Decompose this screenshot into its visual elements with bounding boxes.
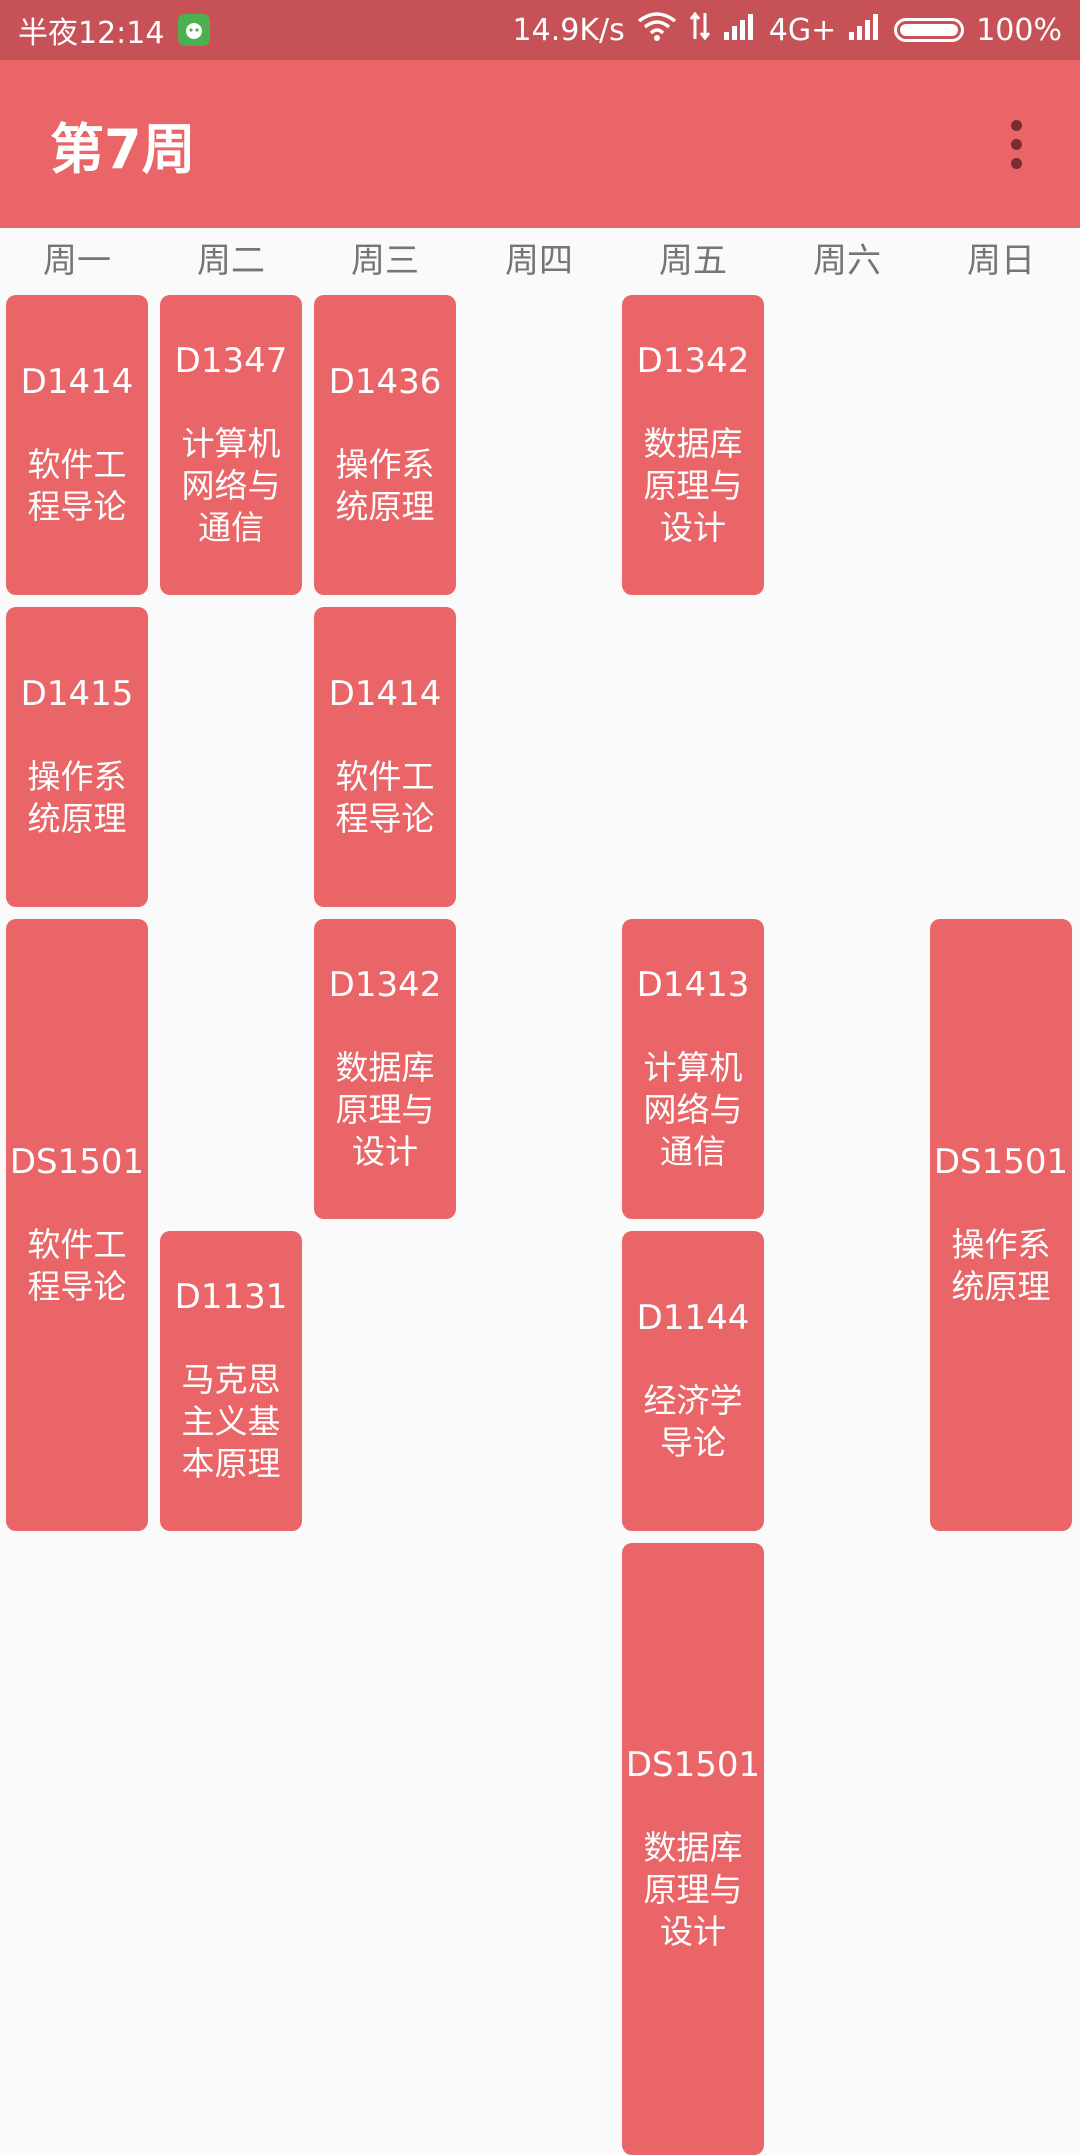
course-room: D1342 (328, 965, 442, 1005)
course-room: D1436 (328, 362, 442, 402)
course-card[interactable]: D1436 操作系统原理 (314, 295, 456, 595)
course-card[interactable]: DS1501 软件工程导论 (6, 919, 148, 1531)
course-card[interactable]: D1342 数据库原理与设计 (622, 295, 764, 595)
course-name: 操作系统原理 (951, 1225, 1051, 1306)
course-card[interactable]: DS1501 数据库原理与设计 (622, 1543, 764, 2155)
course-card[interactable]: D1414 软件工程导论 (314, 607, 456, 907)
course-card[interactable]: DS1501 操作系统原理 (930, 919, 1072, 1531)
course-room: D1342 (636, 341, 750, 381)
course-card[interactable]: D1144 经济学导论 (622, 1231, 764, 1531)
course-room: DS1501 (9, 1142, 145, 1182)
course-room: D1347 (174, 341, 288, 381)
course-name: 经济学导论 (643, 1381, 743, 1462)
course-name: 数据库原理与设计 (643, 1828, 743, 1951)
course-card[interactable]: D1413 计算机网络与通信 (622, 919, 764, 1219)
course-card[interactable]: D1131 马克思主义基本原理 (160, 1231, 302, 1531)
course-name: 数据库原理与设计 (643, 424, 743, 547)
course-name: 软件工程导论 (27, 445, 127, 526)
course-name: 计算机网络与通信 (643, 1048, 743, 1171)
timetable-grid: D1414 软件工程导论 D1347 计算机网络与通信 D1436 操作系统原理 D1342… (0, 0, 1080, 2155)
course-room: D1413 (636, 965, 750, 1005)
course-card[interactable]: D1342 数据库原理与设计 (314, 919, 456, 1219)
course-room: D1414 (328, 674, 442, 714)
course-room: DS1501 (933, 1142, 1069, 1182)
course-name: 软件工程导论 (335, 757, 435, 838)
course-name: 马克思主义基本原理 (181, 1360, 281, 1483)
course-room: D1414 (20, 362, 134, 402)
course-card[interactable]: D1414 软件工程导论 (6, 295, 148, 595)
course-name: 软件工程导论 (27, 1225, 127, 1306)
course-card[interactable]: D1415 操作系统原理 (6, 607, 148, 907)
course-room: D1144 (636, 1298, 750, 1338)
course-room: D1131 (174, 1277, 288, 1317)
course-name: 计算机网络与通信 (181, 424, 281, 547)
course-name: 操作系统原理 (335, 445, 435, 526)
course-name: 数据库原理与设计 (335, 1048, 435, 1171)
course-name: 操作系统原理 (27, 757, 127, 838)
course-room: D1415 (20, 674, 134, 714)
course-card[interactable]: D1347 计算机网络与通信 (160, 295, 302, 595)
course-room: DS1501 (625, 1745, 761, 1785)
